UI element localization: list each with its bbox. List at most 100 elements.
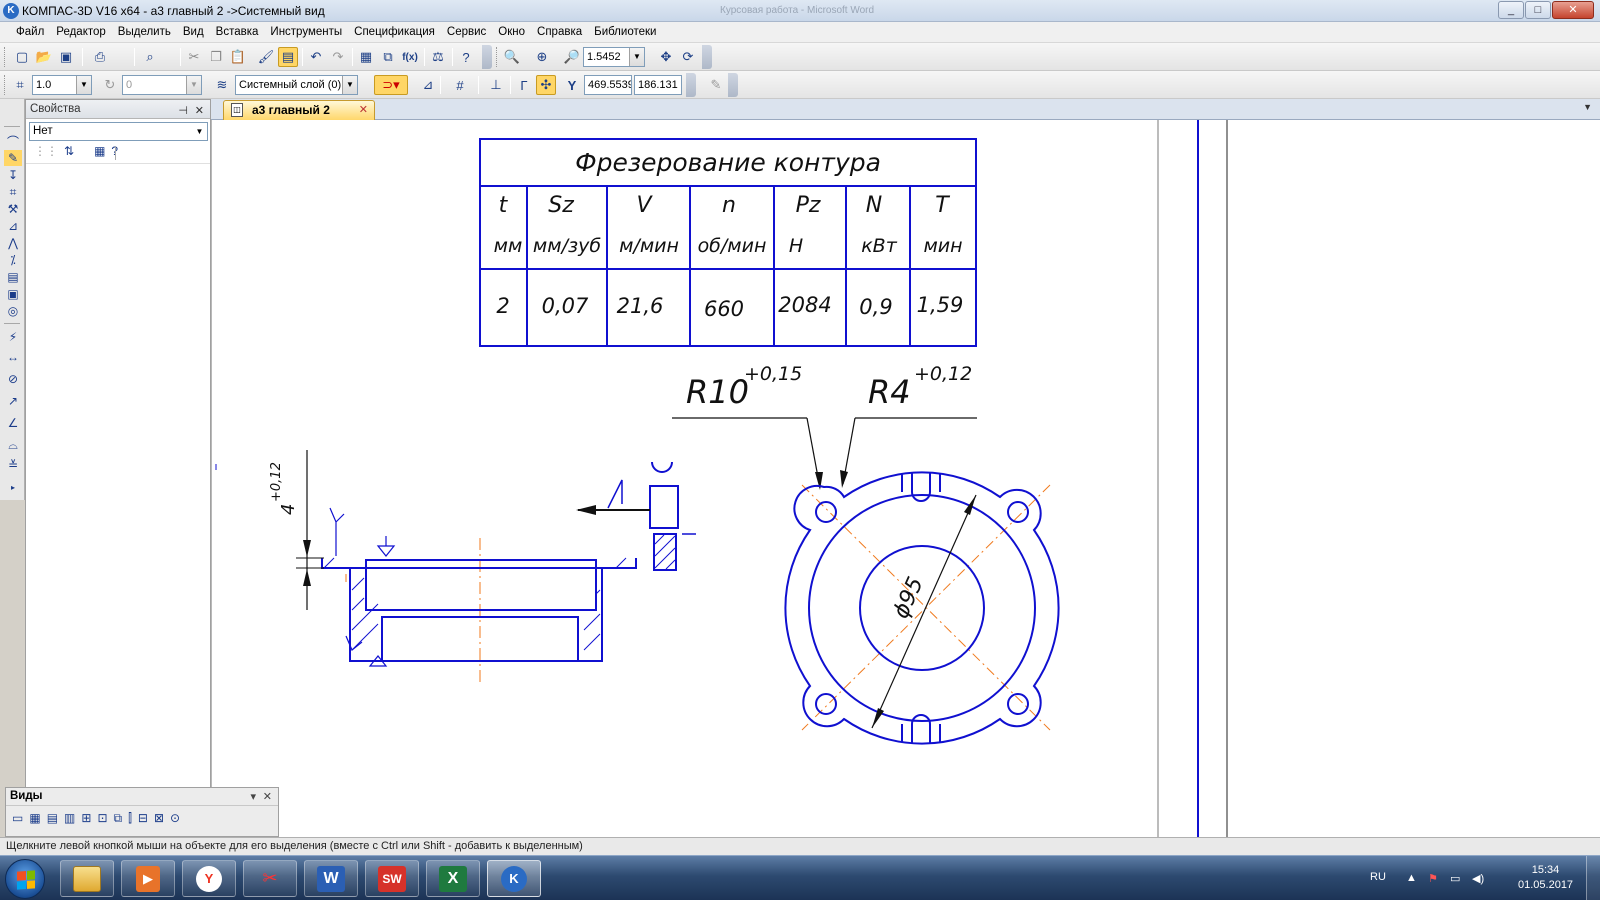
taskbar-solidworks[interactable]: SW <box>365 860 419 897</box>
close-button[interactable]: ✕ <box>1552 1 1594 19</box>
layer-icon[interactable]: ≋ <box>212 75 232 95</box>
chevron-down-icon[interactable]: ▼ <box>629 48 644 66</box>
chevron-down-icon[interactable]: ▼ <box>186 76 201 94</box>
local-section-icon[interactable]: ⊟ <box>138 811 148 826</box>
menu-tools[interactable]: Инструменты <box>264 26 348 38</box>
zoom-in-icon[interactable]: 🔍 <box>502 47 522 67</box>
taskbar-excel[interactable]: X <box>426 860 480 897</box>
properties-toggle-icon[interactable]: ▤ <box>278 47 298 67</box>
view-icon[interactable]: ▦ <box>29 811 40 826</box>
library-manager-icon[interactable]: ⧉ <box>378 47 398 67</box>
save-icon[interactable]: ▣ <box>56 47 76 67</box>
coord-x-field[interactable]: 469.5539 <box>584 75 632 95</box>
ortho-icon[interactable]: ⊿ <box>418 75 438 95</box>
kompas-app-icon[interactable]: K <box>3 3 19 19</box>
tab-close-icon[interactable]: ✕ <box>359 101 368 119</box>
cut-icon[interactable]: ✂ <box>184 47 204 67</box>
report-icon[interactable]: ▤ <box>4 269 22 285</box>
layer-combo[interactable]: Системный слой (0) ▼ <box>235 75 358 95</box>
taskbar-explorer[interactable] <box>60 860 114 897</box>
grid-snap-icon[interactable]: ⌗ <box>10 75 30 95</box>
undo-icon[interactable]: ↶ <box>306 47 326 67</box>
taskbar-yandex-browser[interactable]: Y <box>182 860 236 897</box>
format-painter-icon[interactable]: 🖌 <box>256 47 276 67</box>
zoom-scale-icon[interactable]: 🔎 <box>562 47 582 67</box>
print-icon[interactable]: ⎙ <box>90 47 110 67</box>
parametrization-icon[interactable]: ⚒ <box>4 201 22 217</box>
roughness-icon[interactable]: ≚ <box>4 457 22 473</box>
redo-icon[interactable]: ↷ <box>328 47 348 67</box>
ortho-mode-icon[interactable]: Γ <box>514 75 534 95</box>
angular-dim-icon[interactable]: ∠ <box>4 415 22 431</box>
linear-dim-icon[interactable]: ↔ <box>4 349 22 365</box>
taskbar-kompas[interactable]: K <box>487 860 541 897</box>
expand-arrow-icon[interactable]: ▸ <box>4 479 22 495</box>
context-help-icon[interactable]: ? <box>456 47 476 67</box>
detail-view-icon[interactable]: ⊡ <box>97 811 107 826</box>
snap-toggle-icon[interactable]: ✣ <box>536 75 556 95</box>
new-view-icon[interactable]: ▭ <box>12 811 23 826</box>
volume-icon[interactable]: ◀) <box>1472 872 1484 885</box>
view-icon[interactable]: ▣ <box>4 286 22 302</box>
copy-icon[interactable]: ❐ <box>206 47 226 67</box>
measure-icon[interactable]: ⚖ <box>428 47 448 67</box>
show-hidden-icons-icon[interactable]: ▲ <box>1406 872 1417 884</box>
menu-specification[interactable]: Спецификация <box>348 26 441 38</box>
dimensions-icon[interactable]: ↧ <box>4 167 22 183</box>
spec-icon[interactable]: ⁒ <box>4 252 22 268</box>
break-view-icon[interactable]: ⧉ <box>114 811 123 826</box>
close-icon[interactable]: ✕ <box>195 102 204 120</box>
drawing-canvas[interactable]: Фрезерование контура t Sz V n Pz N T мм … <box>211 120 1600 837</box>
coord-y-field[interactable]: 186.131 <box>634 75 682 95</box>
taskbar-media-player[interactable]: ▶ <box>121 860 175 897</box>
start-button[interactable] <box>5 859 45 899</box>
menu-libraries[interactable]: Библиотеки <box>588 26 662 38</box>
print-preview-icon[interactable]: ⌕ <box>140 47 160 67</box>
menu-editor[interactable]: Редактор <box>50 26 112 38</box>
section-view-icon[interactable]: ⊞ <box>81 811 91 826</box>
arrow-view-icon[interactable]: ▥ <box>64 811 75 826</box>
radial-dim-icon[interactable]: ↗ <box>4 393 22 409</box>
snap-magnet-icon[interactable]: ⊃▾ <box>374 75 408 95</box>
disabled-tool-icon[interactable]: ✎ <box>706 75 726 95</box>
clock[interactable]: 15:34 01.05.2017 <box>1518 863 1573 893</box>
tab-a3-main-2[interactable]: ◫ а3 главный 2 ✕ <box>223 100 375 120</box>
show-desktop-button[interactable] <box>1586 856 1600 900</box>
menu-view[interactable]: Вид <box>177 26 210 38</box>
tabs-dropdown-icon[interactable]: ▼ <box>1583 102 1592 112</box>
action-center-icon[interactable]: ⚑ <box>1428 872 1438 885</box>
chevron-down-icon[interactable]: ▾ <box>250 789 256 806</box>
local-cs-icon[interactable]: ⊥ <box>486 75 506 95</box>
layer-tool-icon[interactable]: ◎ <box>4 303 22 319</box>
language-indicator[interactable]: RU <box>1370 871 1386 883</box>
category-icon[interactable]: ⋮⋮ <box>34 144 58 158</box>
hide-view-icon[interactable]: ⊙ <box>170 811 180 826</box>
measure-tool-icon[interactable]: ⊿ <box>4 218 22 234</box>
maximize-button[interactable]: □ <box>1525 1 1551 19</box>
toolbar-grip[interactable] <box>4 75 7 95</box>
chevron-down-icon[interactable]: ▼ <box>342 76 357 94</box>
sort-icon[interactable]: ⇅ <box>64 144 74 158</box>
menu-service[interactable]: Сервис <box>441 26 492 38</box>
chevron-down-icon[interactable]: ▼ <box>76 76 91 94</box>
manager-icon[interactable]: ▦ <box>356 47 376 67</box>
close-icon[interactable]: ✕ <box>263 789 272 806</box>
menu-file[interactable]: Файл <box>10 26 50 38</box>
taskbar-word[interactable]: W <box>304 860 358 897</box>
open-icon[interactable]: 📂 <box>34 47 54 67</box>
diameter-dim-icon[interactable]: ⊘ <box>4 371 22 387</box>
designations-icon[interactable]: ⌗ <box>4 184 22 200</box>
angle-icon[interactable]: ↻ <box>100 75 120 95</box>
new-document-icon[interactable]: ▢ <box>12 47 32 67</box>
paste-icon[interactable]: 📋 <box>228 47 248 67</box>
pan-icon[interactable]: ✥ <box>656 47 676 67</box>
pin-icon[interactable]: ⊣ <box>178 102 188 120</box>
object-properties-icon[interactable]: ▦ <box>94 144 105 158</box>
menu-window[interactable]: Окно <box>492 26 531 38</box>
menu-insert[interactable]: Вставка <box>210 26 265 38</box>
menu-help[interactable]: Справка <box>531 26 588 38</box>
variables-button[interactable]: f(x) <box>400 47 420 67</box>
geometry-icon[interactable]: ⌒ <box>4 133 22 149</box>
object-selector-combo[interactable]: Нет ▼ <box>29 122 208 141</box>
grid-icon[interactable]: # <box>450 75 470 95</box>
